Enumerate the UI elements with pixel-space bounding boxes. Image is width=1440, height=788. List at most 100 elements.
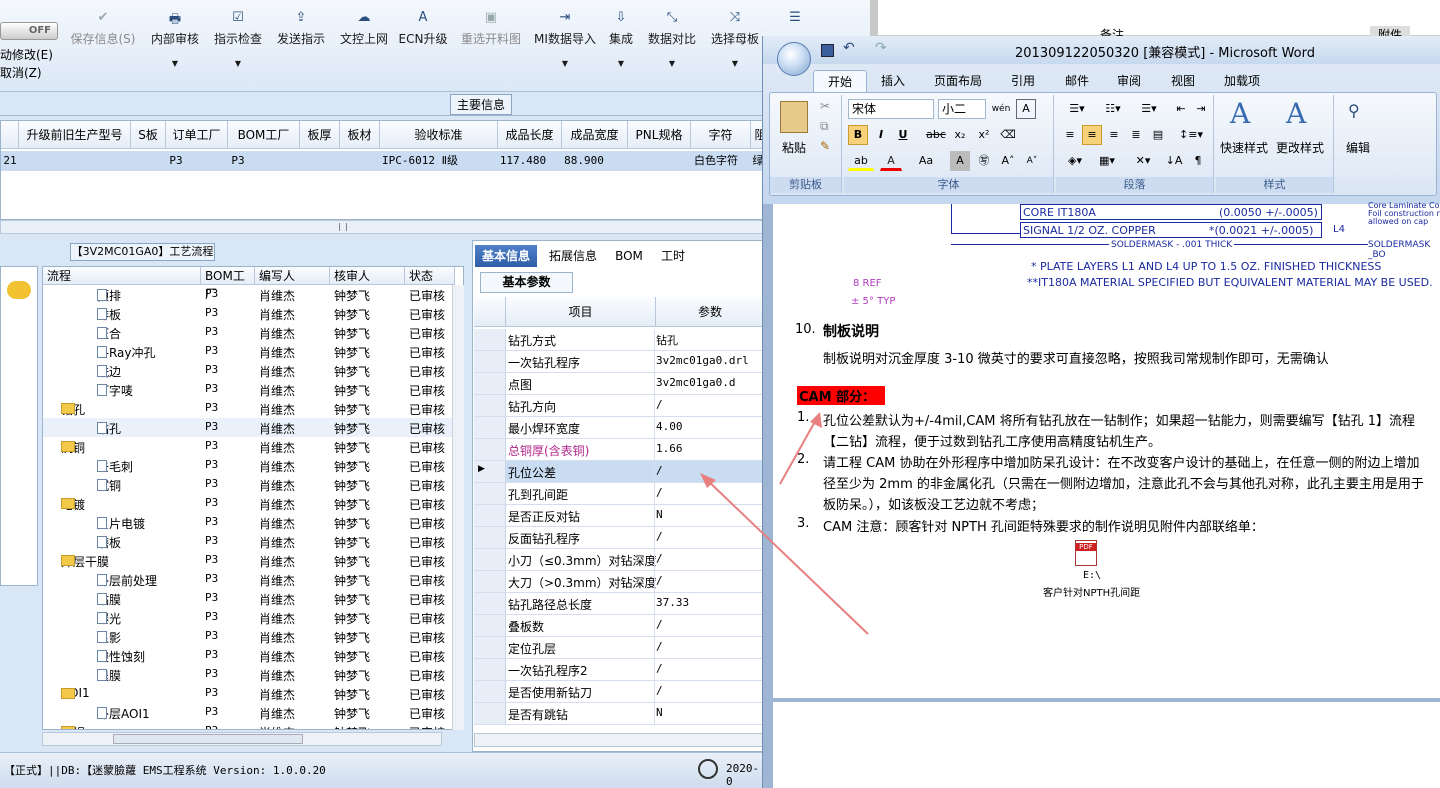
tab-insert[interactable]: 插入 [871,70,915,92]
instruction-check-button[interactable]: ☑ 指示检查 ▼ [203,10,273,68]
copy-icon[interactable]: ⧉ [820,119,829,134]
enclose-char-icon[interactable]: ㊢ [974,151,994,171]
align-left-icon[interactable]: ≡ [1060,125,1080,145]
property-row[interactable]: 钻孔方向 / [474,395,765,417]
font-size-select[interactable]: 小二 [938,99,986,119]
property-row[interactable]: ▶ 孔位公差 / [474,461,765,483]
tree-row[interactable]: 外层AOI1 P3 肖维杰 钟梦飞 已审核 [43,703,453,722]
ecn-upgrade-button[interactable]: A ECN升级 [388,10,458,47]
property-value[interactable]: / [656,662,663,675]
property-value[interactable]: / [656,464,663,477]
tab-home[interactable]: 开始 [813,70,867,92]
props-hscrollbar[interactable] [474,733,764,747]
row-header[interactable] [474,549,506,570]
tab-mailings[interactable]: 邮件 [1057,70,1097,92]
property-value[interactable]: / [656,640,663,653]
col-length[interactable]: 成品长度 [498,121,562,149]
tree-row[interactable]: 负片电镀 P3 肖维杰 钟梦飞 已审核 [43,513,453,532]
col-bom-factory[interactable]: BOM工厂 [228,121,300,149]
tree-row[interactable]: 曝光 P3 肖维杰 钟梦飞 已审核 [43,608,453,627]
grid-hscrollbar[interactable] [0,220,765,234]
tree-row[interactable]: 退膜 P3 肖维杰 钟梦飞 已审核 [43,665,453,684]
row-header[interactable] [474,659,506,680]
tree-col-status[interactable]: 状态 [405,267,455,285]
data-compare-button[interactable]: ⤡ 数据对比 ▼ [637,10,707,68]
shading-icon[interactable]: ◈▾ [1060,151,1090,171]
col-s-board[interactable]: S板 [131,121,166,149]
menu-auto-modify[interactable]: 动修改(E) [0,46,53,63]
bullets-icon[interactable]: ☰▾ [1060,99,1094,119]
tab-review[interactable]: 审阅 [1109,70,1149,92]
row-header[interactable] [474,593,506,614]
font-name-select[interactable]: 宋体 [848,99,934,119]
row-header[interactable] [474,615,506,636]
property-row[interactable]: 孔到孔间距 / [474,483,765,505]
paste-icon[interactable] [780,101,808,133]
tab-bom[interactable]: BOM [609,245,649,267]
property-value[interactable]: / [656,618,663,631]
reselect-cutting-button[interactable]: ▣ 重选开料图 [455,10,527,47]
property-row[interactable]: 点图 3v2mc01ga0.d [474,373,765,395]
property-row[interactable]: 一次钻孔程序 3v2mc01ga0.drl [474,351,765,373]
property-row[interactable]: 是否有跳钻 N [474,703,765,725]
tree-row[interactable]: 磨板 P3 肖维杰 钟梦飞 已审核 [43,532,453,551]
row-header[interactable] [474,483,506,504]
list-button[interactable]: ☰ [760,10,830,28]
col-standard[interactable]: 验收标准 [380,121,498,149]
paste-button[interactable]: 粘贴 [782,139,806,156]
quick-styles-button[interactable]: 快速样式 [1220,139,1268,156]
tree-row[interactable]: 沉铜 P3 肖维杰 钟梦飞 已审核 [43,475,453,494]
tab-references[interactable]: 引用 [1003,70,1043,92]
property-value[interactable]: 4.00 [656,420,683,433]
row-header[interactable] [474,329,506,350]
document-page-next[interactable] [773,702,1440,788]
tree-row[interactable]: 排板 P3 肖维杰 钟梦飞 已审核 [43,304,453,323]
multilevel-icon[interactable]: ☰▾ [1132,99,1166,119]
property-row[interactable]: 叠板数 / [474,615,765,637]
col-order-factory[interactable]: 订单工厂 [166,121,228,149]
row-header[interactable]: ▶ [474,461,506,482]
col-material[interactable]: 板材 [340,121,380,149]
tree-row[interactable]: −电镀P3肖维杰钟梦飞已审核 [43,494,453,513]
save-icon[interactable] [821,44,834,57]
subscript-button[interactable]: x₂ [950,125,970,145]
tree-row[interactable]: −外层干膜P3肖维杰钟梦飞已审核 [43,551,453,570]
align-center-icon[interactable]: ≡ [1082,125,1102,145]
distributed-icon[interactable]: ▤ [1148,125,1168,145]
row-header[interactable] [474,505,506,526]
change-styles-icon[interactable]: A [1286,97,1306,130]
tree-row[interactable]: −沉铜P3肖维杰钟梦飞已审核 [43,437,453,456]
borders-icon[interactable]: ▦▾ [1092,151,1122,171]
italic-button[interactable]: I [872,125,890,145]
clear-format-icon[interactable]: ⌫ [998,125,1018,145]
property-value[interactable]: 钻孔 [656,332,678,348]
tree-row[interactable]: 钻孔 P3 肖维杰 钟梦飞 已审核 [43,418,453,437]
property-row[interactable]: 钻孔方式 钻孔 [474,329,765,351]
tree-row[interactable]: 外层前处理 P3 肖维杰 钟梦飞 已审核 [43,570,453,589]
undo-icon[interactable]: ↶ [843,40,855,56]
property-value[interactable]: 3v2mc01ga0.d [656,376,735,389]
row-header[interactable] [474,439,506,460]
property-row[interactable]: 总铜厚(含表铜) 1.66 [474,439,765,461]
tree-row[interactable]: 打字唛 P3 肖维杰 钟梦飞 已审核 [43,380,453,399]
format-painter-icon[interactable]: ✎ [820,139,830,153]
tree-col-bom[interactable]: BOM工厂 [201,267,255,301]
menu-cancel[interactable]: 取消(Z) [0,64,42,81]
property-row[interactable]: 小刀（≤0.3mm）对钻深度 / [474,549,765,571]
tab-extended-info[interactable]: 拓展信息 [541,245,605,267]
increase-indent-icon[interactable]: ⇥ [1192,99,1210,119]
row-header[interactable] [474,373,506,394]
property-value[interactable]: / [656,486,663,499]
document-page[interactable]: CORE IT180A (0.0050 +/-.0005) SIGNAL 1/2… [773,202,1440,698]
col-pnl[interactable]: PNL规格 [628,121,691,149]
row-header[interactable] [474,571,506,592]
tree-col-flow[interactable]: 流程 [43,267,201,285]
col-width[interactable]: 成品宽度 [562,121,628,149]
font-color-icon[interactable]: A [880,151,902,171]
chat-icon[interactable] [7,281,31,299]
property-row[interactable]: 是否使用新钻刀 / [474,681,765,703]
row-header[interactable] [474,351,506,372]
send-instruction-button[interactable]: ⇪ 发送指示 [266,10,336,47]
asian-layout-icon[interactable]: ✕▾ [1128,151,1158,171]
col-char[interactable]: 字符 [691,121,751,149]
